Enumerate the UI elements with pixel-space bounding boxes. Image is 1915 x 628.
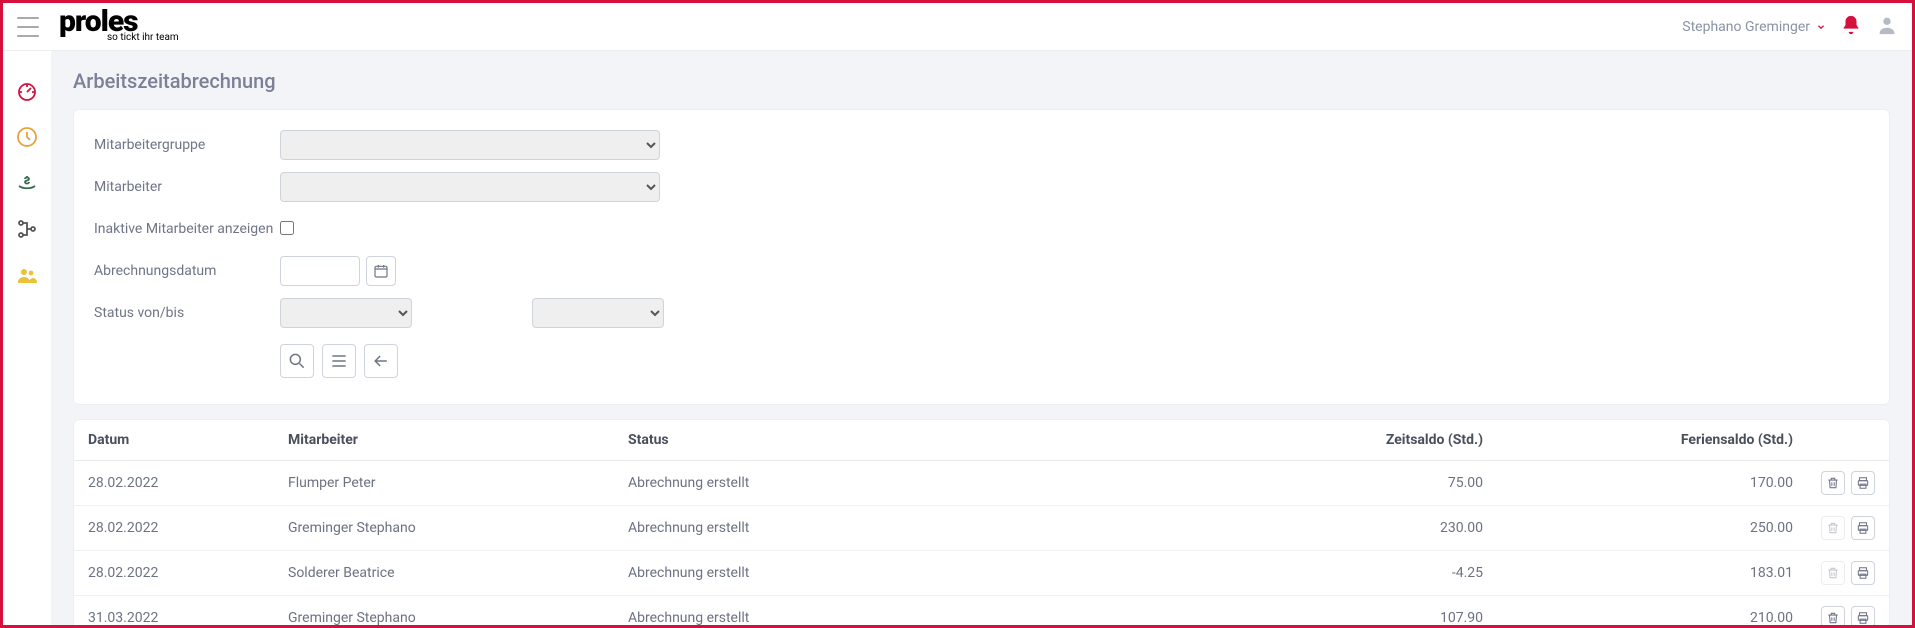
- calendar-button[interactable]: [366, 256, 396, 286]
- print-button[interactable]: [1851, 561, 1875, 585]
- print-icon: [1856, 611, 1870, 625]
- cell-employee: Greminger Stephano: [274, 596, 614, 626]
- cell-vacation: 210.00: [1497, 596, 1807, 626]
- print-button[interactable]: [1851, 606, 1875, 625]
- cell-status: Abrechnung erstellt: [614, 551, 1287, 596]
- cell-date: 28.02.2022: [74, 551, 274, 596]
- status-from-select[interactable]: [280, 298, 412, 328]
- print-icon: [1856, 521, 1870, 535]
- col-time-balance: Zeitsaldo (Std.): [1287, 420, 1497, 461]
- inactive-checkbox[interactable]: [280, 221, 294, 235]
- delete-button[interactable]: [1821, 606, 1845, 625]
- col-vacation-balance: Feriensaldo (Std.): [1497, 420, 1807, 461]
- trash-icon: [1826, 521, 1840, 535]
- filter-date-label: Abrechnungsdatum: [94, 263, 280, 279]
- cell-employee: Greminger Stephano: [274, 506, 614, 551]
- hamburger-menu[interactable]: [17, 17, 39, 37]
- cell-date: 31.03.2022: [74, 596, 274, 626]
- cell-time: 75.00: [1287, 461, 1497, 506]
- cell-date: 28.02.2022: [74, 461, 274, 506]
- logo: proles so tickt ihr team: [59, 10, 179, 43]
- search-icon: [287, 351, 307, 371]
- arrow-left-icon: [371, 351, 391, 371]
- trash-icon: [1826, 476, 1840, 490]
- main-content: Arbeitszeitabrechnung Mitarbeitergruppe …: [51, 51, 1912, 625]
- settlement-date-input[interactable]: [280, 256, 360, 286]
- dashboard-icon[interactable]: [15, 79, 39, 103]
- list-button[interactable]: [322, 344, 356, 378]
- delete-button[interactable]: [1821, 471, 1845, 495]
- search-button[interactable]: [280, 344, 314, 378]
- chevron-down-icon: [1816, 22, 1826, 32]
- logo-text: proles: [59, 10, 138, 34]
- print-icon: [1856, 566, 1870, 580]
- cell-time: 107.90: [1287, 596, 1497, 626]
- cell-status: Abrechnung erstellt: [614, 461, 1287, 506]
- cell-date: 28.02.2022: [74, 506, 274, 551]
- delete-button: [1821, 516, 1845, 540]
- cell-time: -4.25: [1287, 551, 1497, 596]
- results-table: Datum Mitarbeiter Status Zeitsaldo (Std.…: [74, 420, 1889, 625]
- col-employee: Mitarbeiter: [274, 420, 614, 461]
- cell-vacation: 170.00: [1497, 461, 1807, 506]
- employee-select[interactable]: [280, 172, 660, 202]
- col-status: Status: [614, 420, 1287, 461]
- filter-panel: Mitarbeitergruppe Mitarbeiter Inaktive M…: [73, 109, 1890, 405]
- top-bar: proles so tickt ihr team Stephano Gremin…: [3, 3, 1912, 51]
- cell-vacation: 250.00: [1497, 506, 1807, 551]
- employee-group-select[interactable]: [280, 130, 660, 160]
- table-row: 31.03.2022Greminger StephanoAbrechnung e…: [74, 596, 1889, 626]
- status-to-select[interactable]: [532, 298, 664, 328]
- user-icon[interactable]: [1876, 14, 1898, 40]
- page-title: Arbeitszeitabrechnung: [73, 69, 1890, 93]
- col-date: Datum: [74, 420, 274, 461]
- cell-employee: Flumper Peter: [274, 461, 614, 506]
- back-button[interactable]: [364, 344, 398, 378]
- filter-inactive-label: Inaktive Mitarbeiter anzeigen: [94, 221, 280, 237]
- clock-icon[interactable]: [15, 125, 39, 149]
- cell-employee: Solderer Beatrice: [274, 551, 614, 596]
- cell-vacation: 183.01: [1497, 551, 1807, 596]
- table-row: 28.02.2022Flumper PeterAbrechnung erstel…: [74, 461, 1889, 506]
- filter-group-label: Mitarbeitergruppe: [94, 137, 280, 153]
- cell-status: Abrechnung erstellt: [614, 506, 1287, 551]
- filter-status-label: Status von/bis: [94, 305, 280, 321]
- cell-time: 230.00: [1287, 506, 1497, 551]
- team-icon[interactable]: [15, 263, 39, 287]
- table-row: 28.02.2022Greminger StephanoAbrechnung e…: [74, 506, 1889, 551]
- print-icon: [1856, 476, 1870, 490]
- trash-icon: [1826, 566, 1840, 580]
- sidebar: [3, 51, 51, 625]
- logo-subtext: so tickt ihr team: [107, 32, 179, 43]
- trash-icon: [1826, 611, 1840, 625]
- user-menu[interactable]: Stephano Greminger: [1682, 19, 1826, 35]
- table-row: 28.02.2022Solderer BeatriceAbrechnung er…: [74, 551, 1889, 596]
- list-icon: [329, 351, 349, 371]
- print-button[interactable]: [1851, 516, 1875, 540]
- network-icon[interactable]: [15, 217, 39, 241]
- delete-button: [1821, 561, 1845, 585]
- print-button[interactable]: [1851, 471, 1875, 495]
- bell-icon[interactable]: [1840, 14, 1862, 40]
- filter-employee-label: Mitarbeiter: [94, 179, 280, 195]
- results-table-panel: Datum Mitarbeiter Status Zeitsaldo (Std.…: [73, 419, 1890, 625]
- payment-icon[interactable]: [15, 171, 39, 195]
- user-name-label: Stephano Greminger: [1682, 19, 1810, 35]
- cell-status: Abrechnung erstellt: [614, 596, 1287, 626]
- calendar-icon: [373, 263, 389, 279]
